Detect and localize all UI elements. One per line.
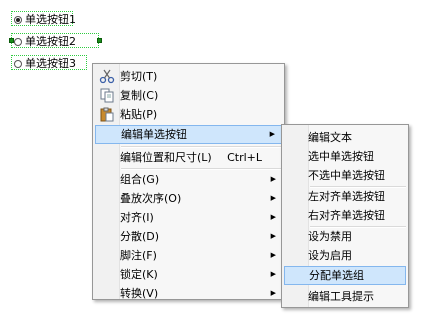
menu-item-paste[interactable]: 粘贴(P) bbox=[95, 105, 282, 124]
radio-unchecked-icon bbox=[14, 60, 22, 68]
menu-item-order[interactable]: 叠放次序(O) ▶ bbox=[95, 189, 282, 208]
submenu-item-set-disabled[interactable]: 设为禁用 bbox=[284, 227, 406, 246]
paste-icon bbox=[100, 107, 114, 122]
context-menu: 剪切(T) 复制(C) 粘贴(P) 编辑单选按钮 ▶ 编辑位置和尺寸(L) Ct… bbox=[92, 63, 285, 300]
menu-item-edit-pos-size[interactable]: 编辑位置和尺寸(L) Ctrl+L bbox=[95, 148, 282, 167]
submenu-item-unselect-radio[interactable]: 不选中单选按钮 bbox=[284, 166, 406, 185]
submenu-item-edit-text[interactable]: 编辑文本 bbox=[284, 128, 406, 147]
submenu-arrow-icon: ▶ bbox=[270, 270, 276, 278]
menu-item-edit-radio[interactable]: 编辑单选按钮 ▶ bbox=[95, 125, 282, 144]
submenu-edit-radio: 编辑文本 选中单选按钮 不选中单选按钮 左对齐单选按钮 右对齐单选按钮 设为禁用… bbox=[281, 124, 409, 308]
submenu-item-edit-tooltip[interactable]: 编辑工具提示 bbox=[284, 287, 406, 306]
scissors-icon bbox=[99, 69, 115, 84]
submenu-item-assign-group[interactable]: 分配单选组 bbox=[284, 266, 406, 285]
submenu-arrow-icon: ▶ bbox=[270, 175, 276, 183]
submenu-arrow-icon: ▶ bbox=[270, 251, 276, 259]
menu-item-group[interactable]: 组合(G) ▶ bbox=[95, 170, 282, 189]
radio-label: 单选按钮3 bbox=[25, 57, 76, 70]
submenu-arrow-icon: ▶ bbox=[270, 232, 276, 240]
submenu-item-set-enabled[interactable]: 设为启用 bbox=[284, 246, 406, 265]
menu-item-align[interactable]: 对齐(I) ▶ bbox=[95, 208, 282, 227]
submenu-arrow-icon: ▶ bbox=[270, 289, 276, 297]
submenu-arrow-icon: ▶ bbox=[270, 213, 276, 221]
resize-handle-left[interactable] bbox=[9, 38, 14, 43]
radio-label: 单选按钮1 bbox=[25, 13, 76, 26]
radio-unchecked-icon bbox=[14, 38, 22, 46]
menu-item-cut[interactable]: 剪切(T) bbox=[95, 67, 282, 86]
menu-item-convert[interactable]: 转换(V) ▶ bbox=[95, 284, 282, 303]
submenu-item-align-left[interactable]: 左对齐单选按钮 bbox=[284, 187, 406, 206]
radio-checked-icon bbox=[14, 16, 22, 24]
submenu-item-align-right[interactable]: 右对齐单选按钮 bbox=[284, 206, 406, 225]
radio-button-1[interactable]: 单选按钮1 bbox=[11, 11, 76, 26]
submenu-item-select-radio[interactable]: 选中单选按钮 bbox=[284, 147, 406, 166]
menu-item-footnote[interactable]: 脚注(F) ▶ bbox=[95, 246, 282, 265]
resize-handle-right[interactable] bbox=[97, 38, 102, 43]
radio-button-2[interactable]: 单选按钮2 bbox=[11, 33, 99, 48]
menu-item-distribute[interactable]: 分散(D) ▶ bbox=[95, 227, 282, 246]
menu-item-copy[interactable]: 复制(C) bbox=[95, 86, 282, 105]
submenu-arrow-icon: ▶ bbox=[270, 194, 276, 202]
radio-label: 单选按钮2 bbox=[25, 35, 76, 48]
radio-button-3[interactable]: 单选按钮3 bbox=[11, 55, 87, 70]
menu-item-lock[interactable]: 锁定(K) ▶ bbox=[95, 265, 282, 284]
copy-icon bbox=[100, 88, 114, 103]
submenu-arrow-icon: ▶ bbox=[269, 130, 275, 138]
